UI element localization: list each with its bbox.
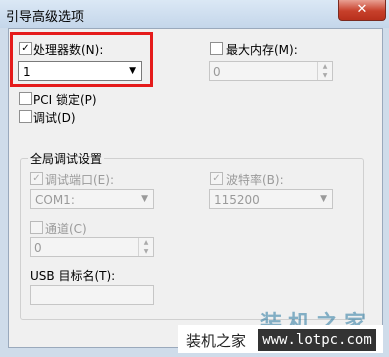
max-memory-value: 0	[213, 65, 221, 79]
debug-port-label: 调试端口(E):	[45, 173, 114, 187]
baud-rate-checkbox[interactable]: ✓	[210, 172, 223, 185]
usb-target-label: USB 目标名(T):	[30, 269, 116, 283]
global-debug-title: 全局调试设置	[28, 150, 105, 167]
watermark-site-name: 装机之家	[186, 332, 247, 350]
debug-port-value: COM1:	[35, 193, 75, 207]
channel-checkbox[interactable]	[30, 221, 43, 234]
title-bar: 引导高级选项 ✕	[0, 0, 389, 28]
debug-port-checkbox[interactable]: ✓	[30, 172, 43, 185]
watermark-url: www.lotpc.com	[258, 329, 376, 351]
channel-value: 0	[34, 241, 42, 255]
dropdown-arrow-icon: ▼	[141, 194, 148, 204]
pci-lock-checkbox[interactable]	[19, 92, 32, 105]
pci-lock-label: PCI 锁定(P)	[33, 93, 97, 107]
channel-label: 通道(C)	[45, 222, 87, 236]
window-title: 引导高级选项	[6, 10, 85, 25]
max-memory-spinner[interactable]: 0 ▲ ▼	[209, 61, 333, 81]
debug-checkbox[interactable]	[19, 110, 32, 123]
debug-label: 调试(D)	[33, 111, 76, 125]
usb-target-input[interactable]	[30, 285, 154, 305]
baud-rate-label: 波特率(B):	[226, 173, 284, 187]
debug-port-dropdown[interactable]: COM1: ▼	[30, 189, 154, 209]
close-button[interactable]: ✕	[338, 0, 386, 21]
baud-rate-dropdown[interactable]: 115200 ▼	[209, 189, 333, 209]
max-memory-checkbox[interactable]	[210, 42, 223, 55]
max-memory-label: 最大内存(M):	[226, 43, 298, 57]
highlight-box	[10, 32, 153, 87]
spinner-arrows-icon[interactable]: ▲ ▼	[317, 62, 332, 80]
spinner-arrows-icon[interactable]: ▲ ▼	[138, 238, 153, 256]
baud-rate-value: 115200	[214, 193, 260, 207]
dropdown-arrow-icon: ▼	[320, 194, 327, 204]
channel-spinner[interactable]: 0 ▲ ▼	[30, 237, 154, 257]
